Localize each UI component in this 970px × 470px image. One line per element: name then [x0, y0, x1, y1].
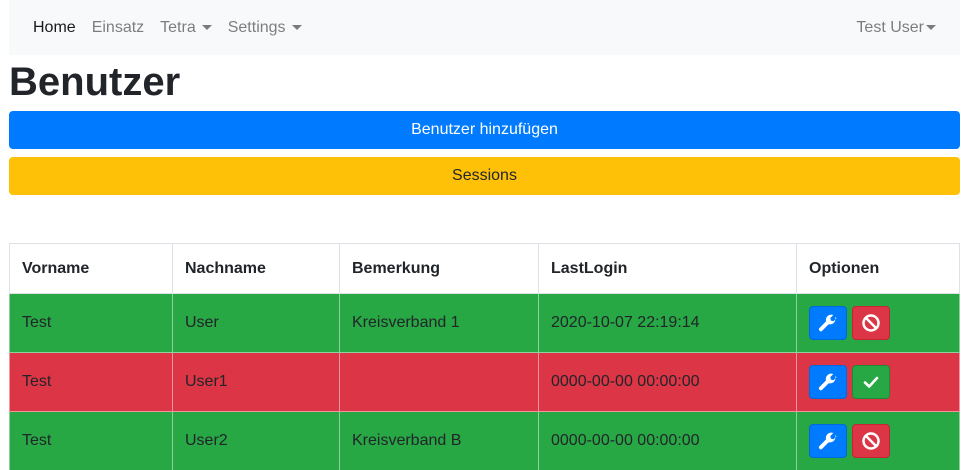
check-icon — [863, 376, 879, 388]
nav-tetra-dropdown[interactable]: Tetra — [160, 19, 212, 37]
user-menu-label: Test User — [856, 18, 924, 36]
cell-vorname: Test — [9, 293, 173, 353]
cell-lastlogin: 0000-00-00 00:00:00 — [538, 352, 797, 412]
column-header-bemerkung: Bemerkung — [339, 243, 539, 294]
wrench-icon — [818, 373, 837, 391]
edit-user-button[interactable] — [809, 306, 847, 340]
ban-icon — [862, 432, 880, 450]
cell-vorname: Test — [9, 352, 173, 412]
cell-lastlogin: 2020-10-07 22:19:14 — [538, 293, 797, 353]
cell-nachname: User2 — [172, 411, 340, 470]
wrench-icon — [818, 314, 837, 332]
cell-nachname: User — [172, 293, 340, 353]
column-header-vorname: Vorname — [9, 243, 173, 294]
cell-bemerkung: Kreisverband B — [339, 411, 539, 470]
column-header-nachname: Nachname — [172, 243, 340, 294]
wrench-icon — [818, 432, 837, 450]
edit-user-button[interactable] — [809, 365, 847, 399]
cell-lastlogin: 0000-00-00 00:00:00 — [538, 411, 797, 470]
caret-down-icon — [291, 25, 302, 30]
caret-down-icon — [926, 25, 936, 30]
nav-home[interactable]: Home — [33, 19, 76, 37]
column-header-lastlogin: LastLogin — [538, 243, 797, 294]
nav-settings-label: Settings — [227, 18, 286, 36]
page-title: Benutzer — [9, 60, 181, 104]
cell-optionen — [796, 411, 960, 470]
cell-bemerkung: Kreisverband 1 — [339, 293, 539, 353]
cell-optionen — [796, 352, 960, 412]
nav-einsatz[interactable]: Einsatz — [92, 19, 144, 37]
disable-user-button[interactable] — [852, 424, 890, 458]
cell-nachname: User1 — [172, 352, 340, 412]
column-header-optionen: Optionen — [796, 243, 960, 294]
users-table: Vorname Nachname Bemerkung LastLogin Opt… — [9, 243, 960, 470]
sessions-button[interactable]: Sessions — [9, 157, 960, 195]
table-row: Test User2 Kreisverband B 0000-00-00 00:… — [9, 411, 960, 470]
user-menu-dropdown[interactable]: Test User — [856, 19, 936, 37]
add-user-button[interactable]: Benutzer hinzufügen — [9, 111, 960, 149]
caret-down-icon — [201, 25, 212, 30]
cell-bemerkung — [339, 352, 539, 412]
disable-user-button[interactable] — [852, 306, 890, 340]
ban-icon — [862, 314, 880, 332]
nav-tetra-label: Tetra — [160, 18, 196, 36]
cell-vorname: Test — [9, 411, 173, 470]
enable-user-button[interactable] — [852, 365, 890, 399]
nav-settings-dropdown[interactable]: Settings — [228, 19, 302, 37]
edit-user-button[interactable] — [809, 424, 847, 458]
table-row: Test User Kreisverband 1 2020-10-07 22:1… — [9, 293, 960, 353]
cell-optionen — [796, 293, 960, 353]
top-navbar: Home Einsatz Tetra Settings Test User — [9, 0, 960, 55]
table-header-row: Vorname Nachname Bemerkung LastLogin Opt… — [9, 243, 960, 294]
table-row: Test User1 0000-00-00 00:00:00 — [9, 352, 960, 412]
